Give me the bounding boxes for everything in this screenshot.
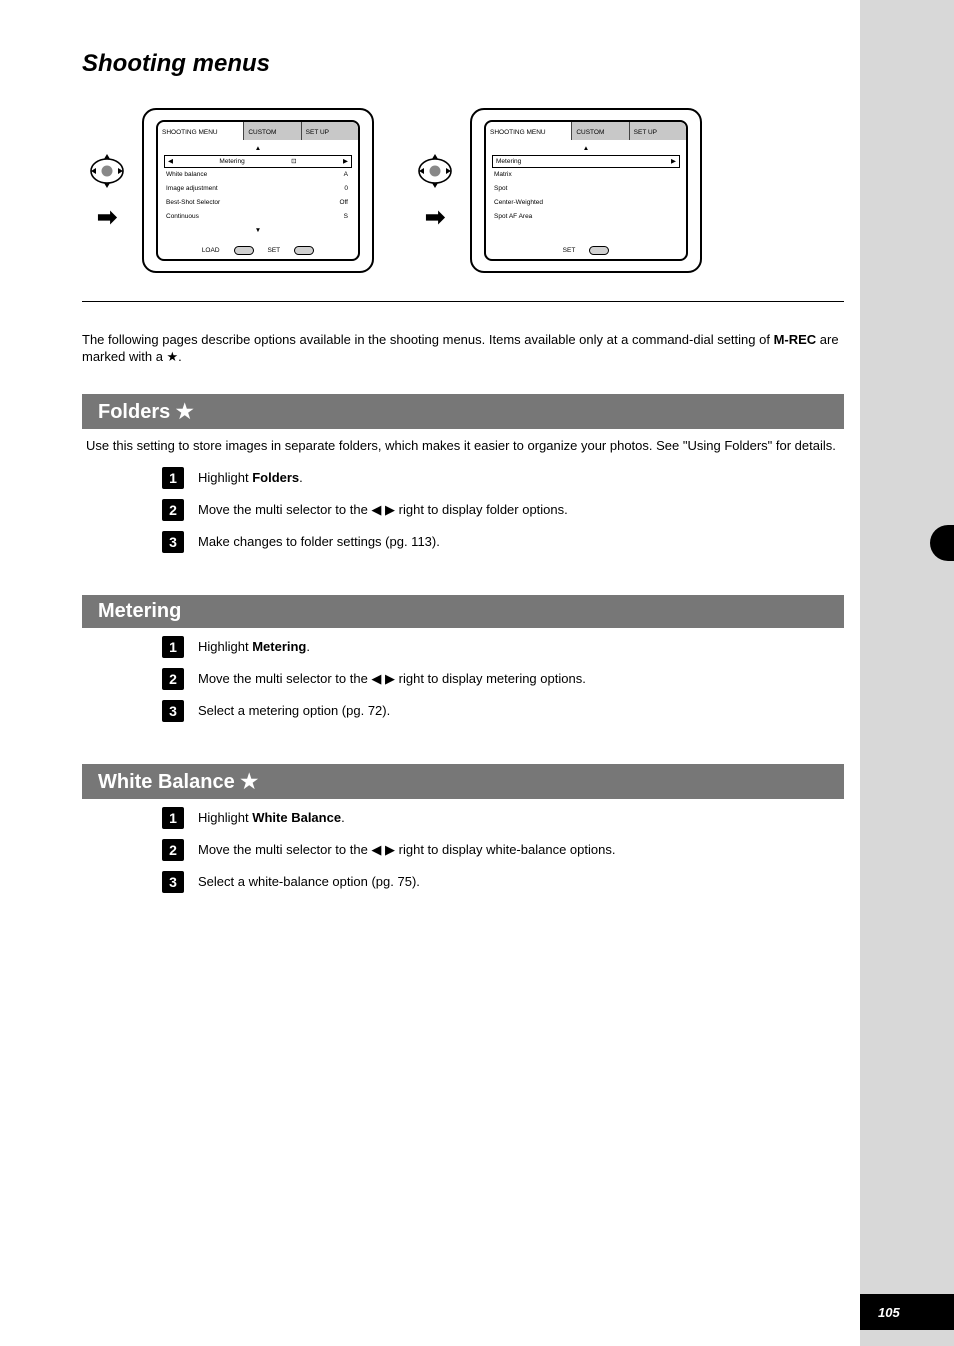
step-item: 2 Move the multi selector to the ◀ ▶ rig… bbox=[162, 499, 844, 521]
footer-button-icon bbox=[294, 246, 314, 255]
step-item: 3 Make changes to folder settings (pg. 1… bbox=[162, 531, 844, 553]
nav-up-icon: ▲ bbox=[164, 145, 352, 153]
footer-button-icon bbox=[589, 246, 609, 255]
menu-row: Spot bbox=[492, 185, 680, 196]
step-number: 3 bbox=[162, 871, 184, 893]
dpad-and-arrow-2: ➡ bbox=[410, 150, 460, 232]
section-description: Use this setting to store images in sepa… bbox=[86, 437, 840, 455]
intro-text-1: The following pages describe options ava… bbox=[82, 332, 774, 347]
arrows-icon: ◀ ▶ bbox=[371, 841, 395, 860]
step-number: 3 bbox=[162, 700, 184, 722]
diagram-row: ➡ SHOOTING MENU CUSTOM SET UP ▲ ◀ Meteri… bbox=[82, 108, 844, 273]
nav-up-icon: ▲ bbox=[492, 145, 680, 153]
tab-shooting-menu: SHOOTING MENU bbox=[158, 122, 244, 140]
multi-selector-icon bbox=[86, 150, 128, 197]
arrow-right-icon: ➡ bbox=[425, 203, 445, 232]
tab-custom: CUSTOM bbox=[572, 122, 629, 140]
step-item: 2 Move the multi selector to the ◀ ▶ rig… bbox=[162, 668, 844, 690]
selected-menu-row: Metering ▶ bbox=[492, 155, 680, 168]
tab-setup: SET UP bbox=[630, 122, 686, 140]
selected-value-icon: ⊡ bbox=[291, 158, 296, 165]
selected-label: Metering bbox=[496, 158, 521, 165]
step-item: 3 Select a white-balance option (pg. 75)… bbox=[162, 871, 844, 893]
section-header: White Balance ★ bbox=[82, 764, 844, 799]
step-item: 1 Highlight Folders. bbox=[162, 467, 844, 489]
nav-down-icon: ▼ bbox=[164, 227, 352, 235]
selected-menu-row: ◀ Metering ⊡ ▶ bbox=[164, 155, 352, 168]
intro-bold: M-REC bbox=[774, 332, 817, 347]
menu-row: Best-Shot Selector Off bbox=[164, 199, 352, 210]
multi-selector-icon bbox=[414, 150, 456, 197]
footer-load-label: LOAD bbox=[202, 247, 220, 254]
footer-set-label: SET bbox=[268, 247, 281, 254]
screen-frame-2: SHOOTING MENU CUSTOM SET UP ▲ Metering ▶… bbox=[470, 108, 702, 273]
step-number: 1 bbox=[162, 467, 184, 489]
page-ref: pg. 72 bbox=[346, 703, 382, 718]
menu-row: Spot AF Area bbox=[492, 213, 680, 224]
footer-set-label: SET bbox=[563, 247, 576, 254]
page-title: Shooting menus bbox=[82, 50, 844, 78]
step-number: 2 bbox=[162, 668, 184, 690]
divider bbox=[82, 301, 844, 302]
footer-button-icon bbox=[234, 246, 254, 255]
step-item: 1 Highlight White Balance. bbox=[162, 807, 844, 829]
step-item: 2 Move the multi selector to the ◀ ▶ rig… bbox=[162, 839, 844, 861]
tab-custom: CUSTOM bbox=[244, 122, 301, 140]
step-number: 1 bbox=[162, 636, 184, 658]
step-number: 2 bbox=[162, 839, 184, 861]
step-item: 1 Highlight Metering. bbox=[162, 636, 844, 658]
menu-row: White balance A bbox=[164, 171, 352, 182]
tab-setup: SET UP bbox=[302, 122, 358, 140]
section-white-balance: White Balance ★ 1 Highlight White Balanc… bbox=[82, 764, 844, 893]
section-header: Metering bbox=[82, 595, 844, 628]
step-number: 3 bbox=[162, 531, 184, 553]
arrows-icon: ◀ ▶ bbox=[371, 670, 395, 689]
menu-row: Matrix bbox=[492, 171, 680, 182]
menu-row: Continuous S bbox=[164, 213, 352, 224]
diagram-group-2: ➡ SHOOTING MENU CUSTOM SET UP ▲ Metering… bbox=[410, 108, 702, 273]
page-ref: pg. 75 bbox=[376, 874, 412, 889]
menu-row: Center-Weighted bbox=[492, 199, 680, 210]
arrows-icon: ◀ ▶ bbox=[371, 501, 395, 520]
menu-row: Image adjustment 0 bbox=[164, 185, 352, 196]
section-metering: Metering 1 Highlight Metering. 2 Move th… bbox=[82, 595, 844, 722]
page-number-box: 105 bbox=[860, 1294, 954, 1330]
section-folders: Folders ★ Use this setting to store imag… bbox=[82, 394, 844, 553]
selected-label: Metering bbox=[219, 158, 244, 165]
step-item: 3 Select a metering option (pg. 72). bbox=[162, 700, 844, 722]
dpad-and-arrow-1: ➡ bbox=[82, 150, 132, 232]
page-ref: pg. 113 bbox=[390, 534, 432, 549]
step-number: 2 bbox=[162, 499, 184, 521]
intro-paragraph: The following pages describe options ava… bbox=[82, 332, 844, 366]
screen-frame-1: SHOOTING MENU CUSTOM SET UP ▲ ◀ Metering… bbox=[142, 108, 374, 273]
content-area: Shooting menus ➡ bbox=[82, 50, 844, 935]
page-number-text: 105 bbox=[878, 1305, 900, 1320]
step-number: 1 bbox=[162, 807, 184, 829]
tab-shooting-menu: SHOOTING MENU bbox=[486, 122, 572, 140]
arrow-right-icon: ➡ bbox=[97, 203, 117, 232]
section-header: Folders ★ bbox=[82, 394, 844, 429]
side-margin-strip bbox=[860, 0, 954, 1346]
diagram-group-1: ➡ SHOOTING MENU CUSTOM SET UP ▲ ◀ Meteri… bbox=[82, 108, 374, 273]
